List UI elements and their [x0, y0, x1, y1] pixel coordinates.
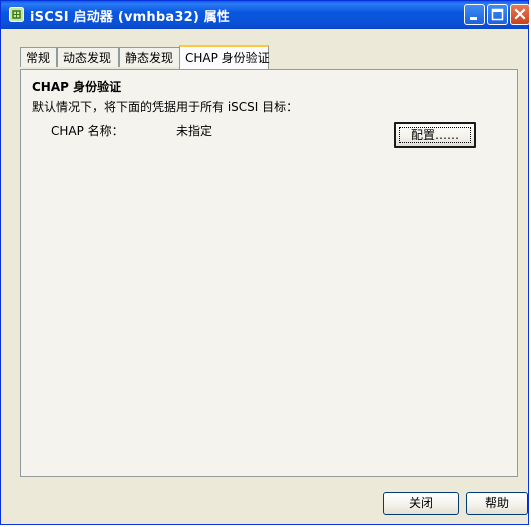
configure-button[interactable]: 配置……	[394, 122, 476, 148]
chap-name-value: 未指定	[176, 124, 213, 138]
minimize-icon	[470, 17, 477, 20]
chap-name-label: CHAP 名称：	[51, 124, 124, 138]
help-button[interactable]: 帮助	[466, 492, 528, 515]
maximize-button[interactable]	[487, 4, 508, 25]
maximize-icon	[491, 8, 504, 21]
close-window-button[interactable]	[510, 4, 530, 25]
chap-tab-panel: CHAP 身份验证 默认情况下，将下面的凭据用于所有 iSCSI 目标： CHA…	[20, 69, 518, 477]
minimize-button[interactable]	[464, 4, 485, 25]
window-title: iSCSI 启动器 (vmhba32) 属性	[30, 10, 231, 25]
properties-window: iSCSI 启动器 (vmhba32) 属性 常规 动态发现 静态发现 CHAP…	[0, 0, 530, 525]
iscsi-app-icon	[9, 7, 24, 22]
close-icon	[514, 8, 526, 20]
tab-dynamic-discovery[interactable]: 动态发现	[57, 47, 119, 67]
title-bar[interactable]: iSCSI 启动器 (vmhba32) 属性	[1, 1, 530, 29]
tab-static-discovery[interactable]: 静态发现	[119, 47, 181, 67]
tab-chap-authentication[interactable]: CHAP 身份验证	[179, 45, 270, 69]
focus-ring	[399, 127, 471, 143]
chap-description: 默认情况下，将下面的凭据用于所有 iSCSI 目标：	[32, 100, 299, 114]
tab-general[interactable]: 常规	[20, 47, 57, 67]
close-button[interactable]: 关闭	[383, 492, 459, 515]
chap-section-title: CHAP 身份验证	[32, 80, 122, 94]
